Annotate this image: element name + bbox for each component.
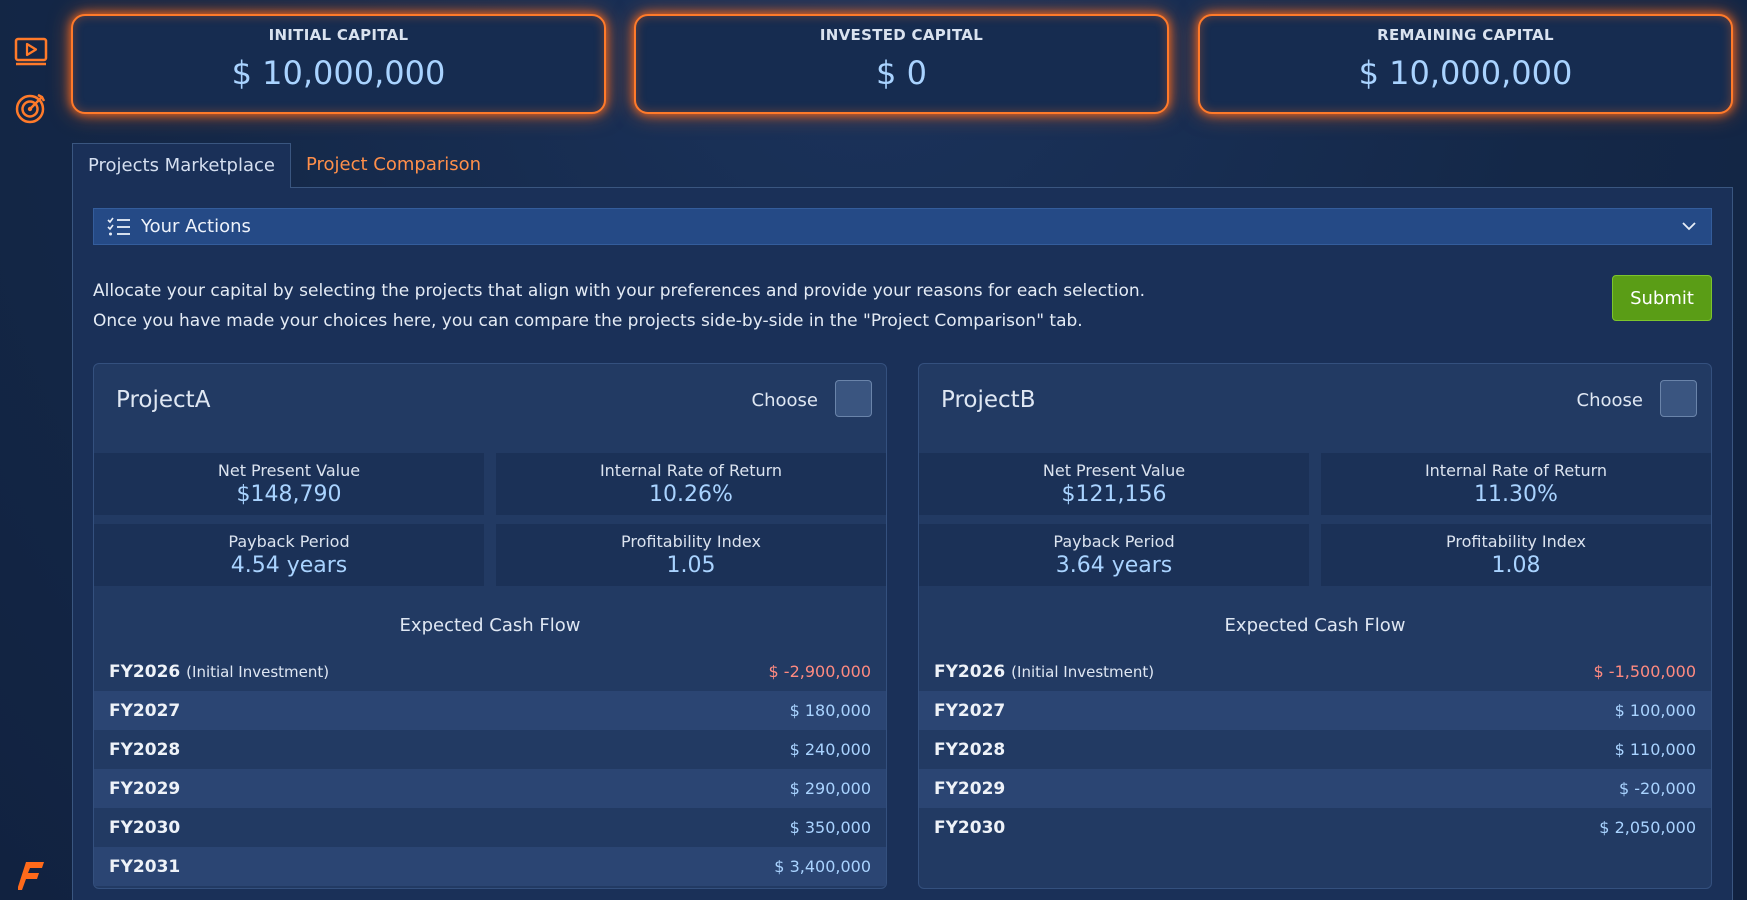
remaining-capital-label: REMAINING CAPITAL [1377,26,1554,44]
cashflow-row: FY2027 $ 180,000 [94,691,886,730]
payback-metric: Payback Period 3.64 years [919,524,1309,586]
cashflow-value: $ 350,000 [789,818,871,837]
cashflow-title: Expected Cash Flow [399,615,581,636]
target-icon[interactable] [13,90,49,126]
invested-capital-card: INVESTED CAPITAL $ 0 [634,14,1169,114]
cashflow-row: FY2030 $ 2,050,000 [919,808,1711,847]
cashflow-year: FY2026 [934,661,1006,682]
cashflow-row: FY2029 $ -20,000 [919,769,1711,808]
cashflow-value: $ 2,050,000 [1599,818,1696,837]
cashflow-value: $ 3,400,000 [774,857,871,876]
cashflow-year: FY2027 [934,700,1006,721]
cashflow-value: $ 180,000 [789,701,871,720]
npv-value: $121,156 [1061,482,1167,507]
npv-metric: Net Present Value $121,156 [919,453,1309,515]
capital-summary: INITIAL CAPITAL $ 10,000,000 INVESTED CA… [71,14,1734,116]
irr-label: Internal Rate of Return [1424,461,1608,480]
cashflow-row: FY2031 $ 3,400,000 [94,847,886,886]
cashflow-value: $ 100,000 [1614,701,1696,720]
invested-capital-label: INVESTED CAPITAL [819,26,984,44]
payback-label: Payback Period [228,532,350,551]
initial-capital-value: $ 10,000,000 [231,54,446,92]
remaining-capital-value: $ 10,000,000 [1358,54,1573,92]
sidebar [0,0,62,900]
instructions-line-1: Allocate your capital by selecting the p… [93,281,1146,301]
your-actions-accordion[interactable]: Your Actions [93,208,1712,245]
your-actions-label: Your Actions [141,216,251,237]
choose-checkbox[interactable] [835,380,872,417]
choose-checkbox[interactable] [1660,380,1697,417]
cashflow-row: FY2028 $ 110,000 [919,730,1711,769]
cashflow-value: $ -20,000 [1618,779,1696,798]
npv-metric: Net Present Value $148,790 [94,453,484,515]
tab-projects-marketplace[interactable]: Projects Marketplace [72,143,291,188]
tab-project-comparison[interactable]: Project Comparison [291,143,496,188]
play-video-icon[interactable] [13,33,49,69]
cashflow-year: FY2031 [109,856,181,877]
payback-value: 4.54 years [230,553,348,578]
project-card-a: ProjectA Choose Net Present Value $148,7… [93,363,887,889]
payback-metric: Payback Period 4.54 years [94,524,484,586]
checklist-icon [107,217,131,237]
payback-value: 3.64 years [1055,553,1173,578]
profitability-index-value: 1.08 [1491,553,1541,578]
irr-metric: Internal Rate of Return 11.30% [1321,453,1711,515]
profitability-index-label: Profitability Index [621,532,761,551]
cashflow-row: FY2028 $ 240,000 [94,730,886,769]
project-card-b: ProjectB Choose Net Present Value $121,1… [918,363,1712,889]
initial-capital-label: INITIAL CAPITAL [268,26,409,44]
cashflow-value: $ -2,900,000 [768,662,871,681]
irr-value: 11.30% [1474,482,1558,507]
cashflow-year: FY2028 [934,739,1006,760]
choose-label: Choose [751,390,818,411]
tab-bar: Projects Marketplace Project Comparison [72,143,496,188]
profitability-index-metric: Profitability Index 1.08 [1321,524,1711,586]
project-name: ProjectB [941,387,1036,413]
initial-capital-card: INITIAL CAPITAL $ 10,000,000 [71,14,606,114]
cashflow-year: FY2027 [109,700,181,721]
cashflow-value: $ 290,000 [789,779,871,798]
choose-label: Choose [1576,390,1643,411]
cashflow-value: $ 110,000 [1614,740,1696,759]
npv-value: $148,790 [236,482,342,507]
brand-logo-icon [17,860,44,892]
remaining-capital-card: REMAINING CAPITAL $ 10,000,000 [1198,14,1733,114]
submit-button[interactable]: Submit [1612,275,1712,321]
cashflow-year: FY2029 [934,778,1006,799]
invested-capital-value: $ 0 [876,54,927,92]
npv-label: Net Present Value [217,461,361,480]
cashflow-year: FY2026 [109,661,181,682]
profitability-index-label: Profitability Index [1446,532,1586,551]
cashflow-row: FY2027 $ 100,000 [919,691,1711,730]
payback-label: Payback Period [1053,532,1175,551]
npv-label: Net Present Value [1042,461,1186,480]
cashflow-value: $ 240,000 [789,740,871,759]
chevron-down-icon [1681,218,1697,238]
cashflow-row: FY2026 (Initial Investment) $ -2,900,000 [94,652,886,691]
cashflow-year: FY2030 [934,817,1006,838]
irr-metric: Internal Rate of Return 10.26% [496,453,886,515]
cashflow-row: FY2030 $ 350,000 [94,808,886,847]
cashflow-year: FY2028 [109,739,181,760]
cashflow-title: Expected Cash Flow [1224,615,1406,636]
instructions: Allocate your capital by selecting the p… [93,276,1145,336]
profitability-index-value: 1.05 [666,553,716,578]
cashflow-note: (Initial Investment) [1011,662,1155,681]
cashflow-row: FY2029 $ 290,000 [94,769,886,808]
irr-value: 10.26% [649,482,733,507]
irr-label: Internal Rate of Return [599,461,783,480]
profitability-index-metric: Profitability Index 1.05 [496,524,886,586]
project-name: ProjectA [116,387,211,413]
instructions-line-2: Once you have made your choices here, yo… [93,311,1083,331]
cashflow-note: (Initial Investment) [186,662,330,681]
cashflow-value: $ -1,500,000 [1593,662,1696,681]
cashflow-row: FY2026 (Initial Investment) $ -1,500,000 [919,652,1711,691]
cashflow-year: FY2029 [109,778,181,799]
cashflow-year: FY2030 [109,817,181,838]
